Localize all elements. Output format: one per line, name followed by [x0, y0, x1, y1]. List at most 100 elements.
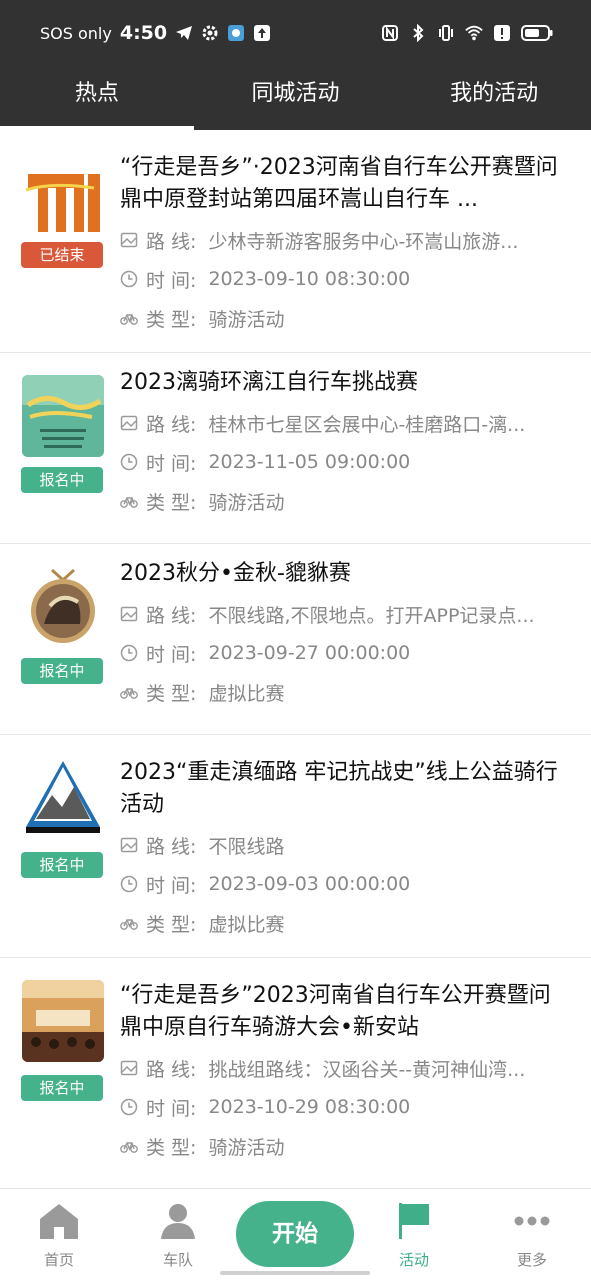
upload-icon: [253, 24, 271, 42]
nav-team[interactable]: 车队: [128, 1189, 228, 1281]
event-title[interactable]: “行走是吾乡”·2023河南省自行车公开赛暨问鼎中原登封站第四届环嵩山自行车 .…: [120, 152, 567, 216]
time-row: 时 间: 2023-09-03 00:00:00: [120, 869, 569, 899]
nav-home[interactable]: 首页: [9, 1189, 109, 1281]
route-value: 桂林市七星区会展中心-桂磨路口-漓...: [208, 413, 526, 436]
time-row: 时 间: 2023-10-29 08:30:00: [120, 1092, 569, 1122]
list-item[interactable]: 报名中 2023漓骑环漓江自行车挑战赛 路 线: 桂林市七星区会展中心-桂磨路口…: [0, 353, 591, 544]
status-badge: 已结束: [21, 242, 103, 268]
type-value: 骑游活动: [208, 1136, 285, 1159]
time-value: 2023-09-03 00:00:00: [208, 873, 411, 895]
type-label: 类 型:: [146, 682, 197, 705]
more-icon: [514, 1216, 550, 1226]
list-item[interactable]: 报名中 “行走是吾乡”2023河南省自行车公开赛暨问鼎中原自行车骑游大会•新安站…: [0, 958, 591, 1180]
type-label: 类 型:: [146, 1136, 197, 1159]
route-value: 不限线路: [208, 835, 285, 858]
clock-text: 4:50: [119, 22, 168, 44]
clock-icon: [120, 453, 138, 471]
time-value: 2023-09-10 08:30:00: [208, 268, 411, 290]
type-row: 类 型: 骑游活动: [120, 303, 569, 333]
start-button[interactable]: 开始: [236, 1201, 354, 1267]
time-value: 2023-11-05 09:00:00: [208, 451, 411, 473]
nav-activity[interactable]: 活动: [364, 1189, 464, 1281]
time-row: 时 间: 2023-11-05 09:00:00: [120, 447, 569, 477]
top-tabs: 热点 同城活动 我的活动: [0, 66, 591, 130]
event-thumbnail: [22, 757, 104, 839]
bicycle-icon: [120, 497, 138, 508]
type-value: 骑游活动: [208, 308, 285, 331]
nav-activity-label: 活动: [398, 1251, 429, 1269]
type-row: 类 型: 虚拟比赛: [120, 677, 569, 707]
type-label: 类 型:: [146, 491, 197, 514]
route-row: 路 线: 桂林市七星区会展中心-桂磨路口-漓...: [120, 408, 569, 438]
nav-home-label: 首页: [43, 1251, 74, 1269]
flag-icon: [399, 1203, 429, 1239]
app-header: SOS only 4:50 热点 同城活动 我的活动: [0, 0, 591, 130]
route-label: 路 线:: [146, 230, 197, 253]
time-label: 时 间:: [146, 874, 197, 897]
type-label: 类 型:: [146, 308, 197, 331]
tab-hot[interactable]: 热点: [0, 66, 194, 130]
bottom-nav: 首页 车队 开始 活动 更多: [0, 1188, 591, 1281]
nav-more[interactable]: 更多: [482, 1189, 582, 1281]
list-item[interactable]: 已结束 “行走是吾乡”·2023河南省自行车公开赛暨问鼎中原登封站第四届环嵩山自…: [0, 130, 591, 353]
event-thumbnail: [22, 566, 104, 648]
map-icon: [120, 606, 138, 622]
time-label: 时 间:: [146, 269, 197, 292]
status-badge: 报名中: [21, 467, 103, 493]
bicycle-icon: [120, 1142, 138, 1153]
status-bar: SOS only 4:50: [0, 0, 591, 66]
clock-icon: [120, 270, 138, 288]
status-badge: 报名中: [21, 1075, 103, 1101]
event-title[interactable]: 2023漓骑环漓江自行车挑战赛: [120, 367, 567, 399]
event-thumbnail: [22, 158, 104, 240]
route-label: 路 线:: [146, 604, 197, 627]
alert-icon: [493, 24, 511, 42]
route-label: 路 线:: [146, 413, 197, 436]
list-item[interactable]: 报名中 2023秋分•金秋-貔貅赛 路 线: 不限线路,不限地点。打开APP记录…: [0, 544, 591, 735]
route-row: 路 线: 挑战组路线：汉函谷关--黄河神仙湾...: [120, 1053, 569, 1083]
clock-icon: [120, 644, 138, 662]
bicycle-icon: [120, 314, 138, 325]
event-title[interactable]: 2023秋分•金秋-貔貅赛: [120, 558, 567, 590]
time-row: 时 间: 2023-09-10 08:30:00: [120, 264, 569, 294]
time-label: 时 间:: [146, 1097, 197, 1120]
time-row: 时 间: 2023-09-27 00:00:00: [120, 638, 569, 668]
bicycle-icon: [120, 688, 138, 699]
bicycle-icon: [120, 919, 138, 930]
list-item[interactable]: 报名中 2023“重走滇缅路 牢记抗战史”线上公益骑行活动 路 线: 不限线路 …: [0, 735, 591, 958]
map-icon: [120, 232, 138, 248]
status-badge: 报名中: [21, 852, 103, 878]
route-value: 挑战组路线：汉函谷关--黄河神仙湾...: [208, 1058, 526, 1081]
type-row: 类 型: 骑游活动: [120, 1131, 569, 1161]
bluetooth-icon: [409, 24, 427, 42]
event-title[interactable]: 2023“重走滇缅路 牢记抗战史”线上公益骑行活动: [120, 757, 567, 821]
route-row: 路 线: 少林寺新游客服务中心-环嵩山旅游...: [120, 225, 569, 255]
type-value: 虚拟比赛: [208, 682, 285, 705]
telegram-icon: [175, 24, 193, 42]
map-icon: [120, 837, 138, 853]
clock-icon: [120, 1098, 138, 1116]
home-indicator: [220, 1271, 370, 1275]
route-value: 少林寺新游客服务中心-环嵩山旅游...: [208, 230, 519, 253]
tab-local-activities[interactable]: 同城活动: [194, 66, 397, 130]
route-value: 不限线路,不限地点。打开APP记录点...: [208, 604, 535, 627]
event-title[interactable]: “行走是吾乡”2023河南省自行车公开赛暨问鼎中原自行车骑游大会•新安站: [120, 980, 567, 1044]
map-icon: [120, 415, 138, 431]
time-value: 2023-09-27 00:00:00: [208, 642, 411, 664]
time-label: 时 间:: [146, 452, 197, 475]
type-value: 骑游活动: [208, 491, 285, 514]
nav-team-label: 车队: [162, 1251, 193, 1269]
wifi-icon: [465, 24, 483, 42]
tab-my-activities[interactable]: 我的活动: [397, 66, 591, 130]
status-badge: 报名中: [21, 658, 103, 684]
vibrate-icon: [437, 24, 455, 42]
carrier-text: SOS only: [40, 23, 112, 43]
route-label: 路 线:: [146, 1058, 197, 1081]
time-label: 时 间:: [146, 643, 197, 666]
type-value: 虚拟比赛: [208, 913, 285, 936]
route-row: 路 线: 不限线路,不限地点。打开APP记录点...: [120, 599, 569, 629]
event-list: 已结束 “行走是吾乡”·2023河南省自行车公开赛暨问鼎中原登封站第四届环嵩山自…: [0, 130, 591, 1180]
type-row: 类 型: 骑游活动: [120, 486, 569, 516]
gear-icon: [201, 24, 219, 42]
route-row: 路 线: 不限线路: [120, 830, 569, 860]
